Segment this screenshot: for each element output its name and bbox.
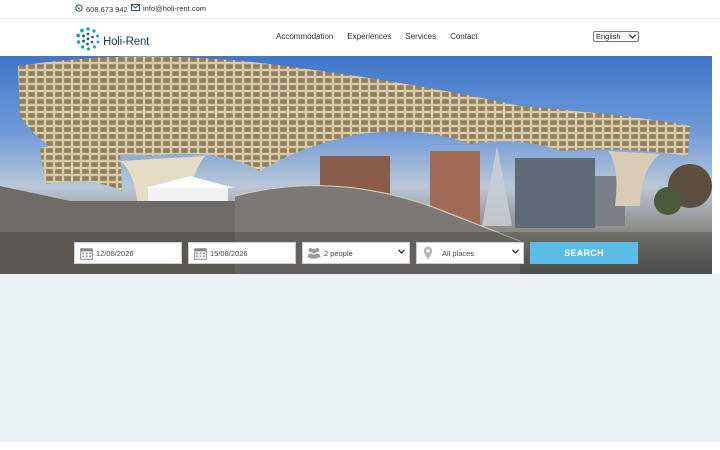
people-icon — [307, 246, 321, 260]
guests-value: 2 people — [324, 248, 353, 258]
language-value: English — [596, 32, 621, 41]
chevron-down-icon — [629, 32, 636, 41]
place-select[interactable]: All places — [416, 242, 524, 264]
nav-experiences[interactable]: Experiences — [347, 32, 391, 41]
phone-contact[interactable]: 608 673 942 — [75, 4, 128, 14]
chevron-down-icon — [398, 249, 405, 256]
checkin-date-value: 12/08/2026 — [96, 248, 134, 258]
envelope-icon — [131, 4, 140, 13]
site-header: Holi-Rent Accommodation Experiences Serv… — [0, 19, 720, 56]
content-area — [0, 274, 720, 442]
logo-text: Holi-Rent — [103, 35, 150, 48]
email-address: info@holi-rent.com — [143, 4, 207, 13]
map-pin-icon — [421, 246, 435, 260]
checkin-date-field[interactable]: 12/08/2026 — [74, 242, 182, 264]
main-nav: Accommodation Experiences Services Conta… — [276, 32, 478, 41]
place-value: All places — [442, 248, 475, 258]
calendar-icon — [193, 246, 207, 260]
top-contact-bar: 608 673 942 info@holi-rent.com — [0, 0, 720, 19]
phone-number: 608 673 942 — [86, 4, 128, 14]
nav-services[interactable]: Services — [405, 32, 436, 41]
logo[interactable]: Holi-Rent — [75, 26, 149, 57]
nav-accommodation[interactable]: Accommodation — [276, 32, 333, 41]
search-button[interactable]: SEARCH — [530, 242, 638, 264]
whatsapp-icon — [75, 4, 83, 14]
guests-select[interactable]: 2 people — [302, 242, 410, 264]
email-contact[interactable]: info@holi-rent.com — [131, 4, 206, 13]
checkout-date-field[interactable]: 15/08/2026 — [188, 242, 296, 264]
chevron-down-icon — [512, 249, 519, 256]
checkout-date-value: 15/08/2026 — [210, 248, 248, 258]
logo-mark-icon — [75, 26, 101, 57]
language-select[interactable]: English — [593, 31, 639, 42]
calendar-icon — [79, 246, 93, 260]
nav-contact[interactable]: Contact — [450, 32, 478, 41]
